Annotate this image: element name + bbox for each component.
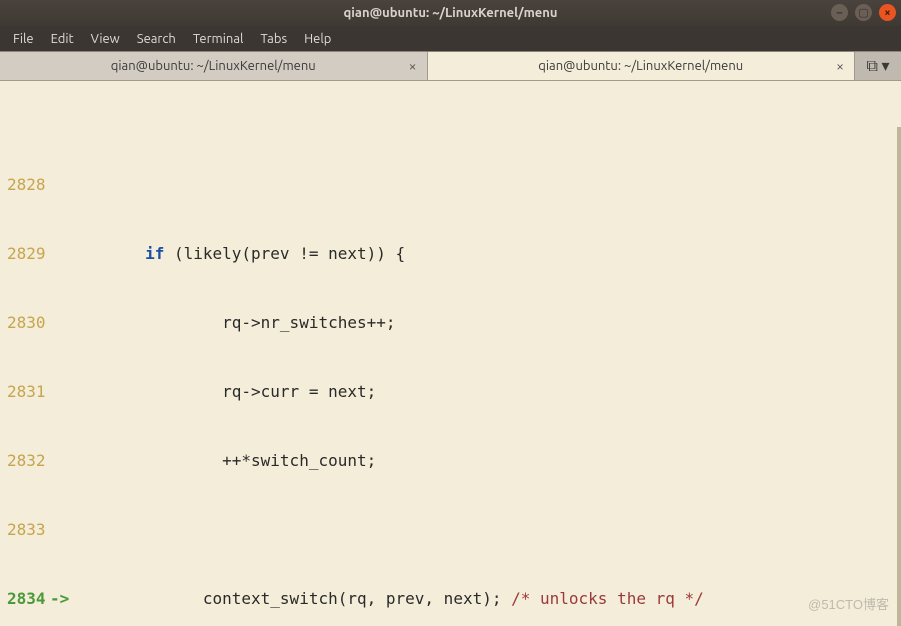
line-number-current: 2834 bbox=[0, 587, 50, 610]
tab-1-label: qian@ubuntu: ~/LinuxKernel/menu bbox=[538, 59, 743, 73]
line-number: 2828 bbox=[0, 173, 50, 196]
tab-1[interactable]: qian@ubuntu: ~/LinuxKernel/menu × bbox=[428, 52, 856, 80]
watermark: @51CTO博客 bbox=[808, 593, 889, 616]
tab-overflow-button[interactable]: ⧉ ▾ bbox=[855, 52, 901, 80]
code-text: context_switch(rq, prev, next); /* unloc… bbox=[68, 587, 704, 610]
code-text: rq->curr = next; bbox=[68, 380, 376, 403]
minimize-button[interactable]: – bbox=[831, 4, 848, 21]
code-row: 2832 ++*switch_count; bbox=[0, 449, 897, 472]
close-button[interactable]: × bbox=[879, 4, 896, 21]
code-text: ++*switch_count; bbox=[68, 449, 376, 472]
line-number: 2831 bbox=[0, 380, 50, 403]
menu-edit[interactable]: Edit bbox=[44, 32, 81, 46]
window-buttons: – ▢ × bbox=[831, 4, 896, 21]
code-text: rq->nr_switches++; bbox=[68, 311, 396, 334]
menu-view[interactable]: View bbox=[84, 32, 127, 46]
menu-search[interactable]: Search bbox=[130, 32, 183, 46]
terminal-view[interactable]: 2828 2829 if (likely(prev != next)) { 28… bbox=[0, 81, 901, 626]
tab-0[interactable]: qian@ubuntu: ~/LinuxKernel/menu × bbox=[0, 52, 428, 80]
tab-0-close-icon[interactable]: × bbox=[409, 58, 417, 74]
menu-tabs[interactable]: Tabs bbox=[253, 32, 294, 46]
code-row: 2828 bbox=[0, 173, 897, 196]
menubar: File Edit View Search Terminal Tabs Help bbox=[0, 26, 901, 51]
comment: /* unlocks the rq */ bbox=[511, 589, 704, 608]
source-pane: 2828 2829 if (likely(prev != next)) { 28… bbox=[0, 127, 901, 626]
tab-overflow-icon: ⧉ ▾ bbox=[866, 56, 889, 76]
tab-1-close-icon[interactable]: × bbox=[836, 58, 844, 74]
keyword-if: if bbox=[145, 244, 164, 263]
execution-arrow-icon: -> bbox=[50, 587, 68, 610]
line-number: 2830 bbox=[0, 311, 50, 334]
window-title: qian@ubuntu: ~/LinuxKernel/menu bbox=[344, 6, 558, 20]
code-row: 2829 if (likely(prev != next)) { bbox=[0, 242, 897, 265]
menu-terminal[interactable]: Terminal bbox=[186, 32, 251, 46]
code-row-current: 2834-> context_switch(rq, prev, next); /… bbox=[0, 587, 897, 610]
line-number: 2832 bbox=[0, 449, 50, 472]
code-row: 2831 rq->curr = next; bbox=[0, 380, 897, 403]
tab-0-label: qian@ubuntu: ~/LinuxKernel/menu bbox=[111, 59, 316, 73]
window-titlebar: qian@ubuntu: ~/LinuxKernel/menu – ▢ × bbox=[0, 0, 901, 26]
code-row: 2833 bbox=[0, 518, 897, 541]
maximize-button[interactable]: ▢ bbox=[855, 4, 872, 21]
menu-help[interactable]: Help bbox=[297, 32, 338, 46]
code-text: if (likely(prev != next)) { bbox=[68, 242, 405, 265]
menu-file[interactable]: File bbox=[6, 32, 41, 46]
tab-strip: qian@ubuntu: ~/LinuxKernel/menu × qian@u… bbox=[0, 51, 901, 81]
code-row: 2830 rq->nr_switches++; bbox=[0, 311, 897, 334]
line-number: 2833 bbox=[0, 518, 50, 541]
line-number: 2829 bbox=[0, 242, 50, 265]
